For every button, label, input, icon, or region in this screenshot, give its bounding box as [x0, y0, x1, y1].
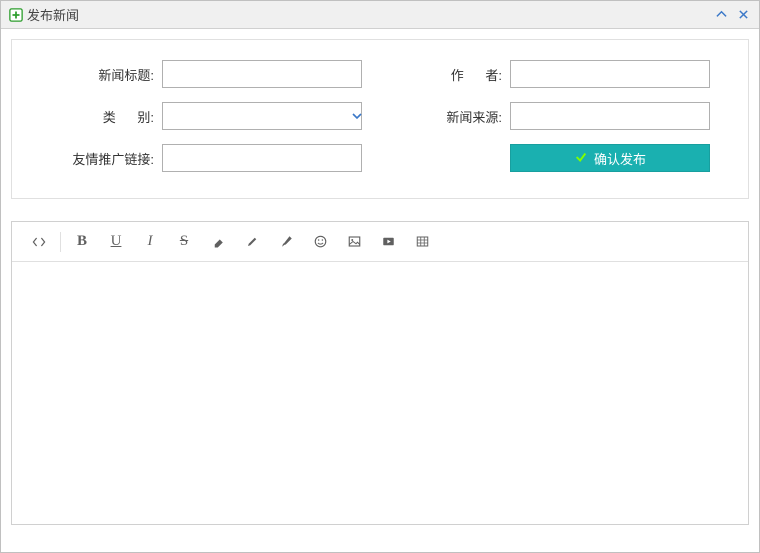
titlebar: 发布新闻 — [1, 1, 759, 29]
strikethrough-icon[interactable]: S — [167, 225, 201, 259]
submit-group: 确认发布 — [380, 144, 728, 172]
form-row-3: 友情推广链接: 确认发布 — [32, 144, 728, 172]
italic-icon[interactable]: I — [133, 225, 167, 259]
title-group: 新闻标题: — [32, 60, 380, 88]
code-view-icon[interactable] — [22, 225, 56, 259]
title-label: 新闻标题: — [32, 65, 162, 84]
brush-icon[interactable] — [269, 225, 303, 259]
image-icon[interactable] — [337, 225, 371, 259]
plus-icon — [9, 8, 23, 22]
eraser-icon[interactable] — [201, 225, 235, 259]
chevron-down-icon[interactable] — [351, 110, 363, 122]
link-group: 友情推广链接: — [32, 144, 380, 172]
titlebar-controls — [713, 7, 751, 23]
collapse-icon[interactable] — [713, 7, 729, 23]
table-icon[interactable] — [405, 225, 439, 259]
form-row-2: 类 别: 新闻来源: — [32, 102, 728, 130]
editor-panel: B U I S — [11, 221, 749, 525]
submit-button[interactable]: 确认发布 — [510, 144, 710, 172]
underline-icon[interactable]: U — [99, 225, 133, 259]
editor-body[interactable] — [12, 262, 748, 524]
emoji-icon[interactable] — [303, 225, 337, 259]
category-select[interactable] — [162, 102, 362, 130]
author-input[interactable] — [510, 60, 710, 88]
link-label: 友情推广链接: — [32, 149, 162, 168]
form-panel: 新闻标题: 作 者: 类 别: — [11, 39, 749, 199]
toolbar-separator — [60, 232, 61, 252]
publish-news-window: 发布新闻 新闻标题: 作 者: — [0, 0, 760, 553]
pencil-icon[interactable] — [235, 225, 269, 259]
bold-icon[interactable]: B — [65, 225, 99, 259]
link-input[interactable] — [162, 144, 362, 172]
form-row-1: 新闻标题: 作 者: — [32, 60, 728, 88]
video-icon[interactable] — [371, 225, 405, 259]
title-input[interactable] — [162, 60, 362, 88]
editor-toolbar: B U I S — [12, 222, 748, 262]
source-group: 新闻来源: — [380, 102, 728, 130]
window-content: 新闻标题: 作 者: 类 别: — [1, 29, 759, 535]
category-group: 类 别: — [32, 102, 380, 130]
source-label: 新闻来源: — [380, 107, 510, 126]
titlebar-left: 发布新闻 — [9, 5, 713, 24]
window-title: 发布新闻 — [27, 5, 79, 24]
category-label: 类 别: — [32, 107, 162, 126]
close-icon[interactable] — [735, 7, 751, 23]
check-icon — [574, 150, 588, 167]
author-label: 作 者: — [380, 65, 510, 84]
submit-label: 确认发布 — [594, 149, 646, 168]
category-select-input[interactable] — [163, 103, 351, 129]
author-group: 作 者: — [380, 60, 728, 88]
source-input[interactable] — [510, 102, 710, 130]
